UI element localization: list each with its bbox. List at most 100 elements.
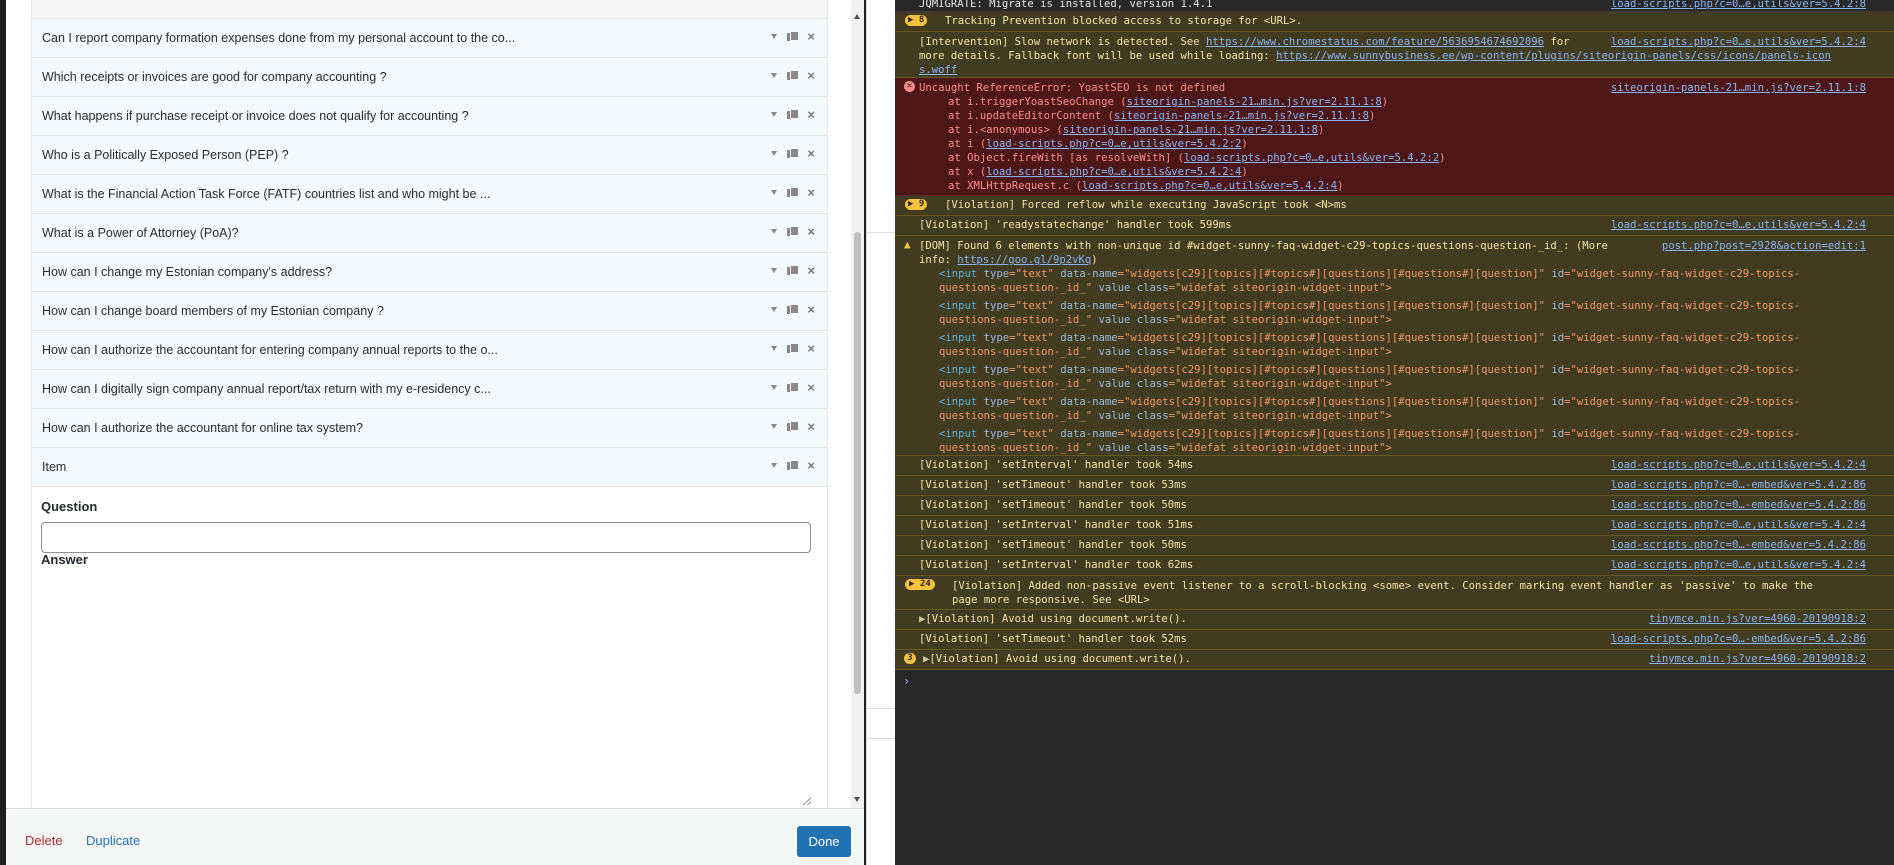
duplicate-icon[interactable]: [787, 226, 800, 237]
remove-icon[interactable]: ×: [807, 264, 815, 277]
remove-icon[interactable]: ×: [807, 342, 815, 355]
answer-editor[interactable]: [41, 587, 811, 805]
stack-source-link[interactable]: load-scripts.php?c=0…e,utils&ver=5.4.2:2: [986, 138, 1241, 150]
expand-caret-icon[interactable]: [771, 151, 778, 156]
stack-source-link[interactable]: load-scripts.php?c=0…e,utils&ver=5.4.2:2: [1184, 152, 1439, 164]
source-link[interactable]: load-scripts.php?c=0…e,utils&ver=5.4.2:4: [1611, 218, 1866, 232]
remove-icon[interactable]: ×: [807, 420, 815, 433]
expand-caret-icon[interactable]: [771, 73, 778, 78]
stack-frame: at i (load-scripts.php?c=0…e,utils&ver=5…: [948, 138, 1248, 150]
duplicate-icon[interactable]: [787, 304, 800, 315]
faq-item-title: What is a Power of Attorney (PoA)?: [42, 226, 239, 240]
source-link[interactable]: load-scripts.php?c=0…-embed&ver=5.4.2:86: [1611, 538, 1866, 552]
dom-input-snippet[interactable]: <input type="text" data-name="widgets[c2…: [939, 299, 1800, 313]
faq-item[interactable]: Which receipts or invoices are good for …: [31, 58, 828, 97]
question-input[interactable]: [41, 522, 811, 553]
dom-input-snippet[interactable]: <input type="text" data-name="widgets[c2…: [939, 331, 1800, 345]
scrollbar-thumb[interactable]: [854, 232, 861, 694]
source-link[interactable]: load-scripts.php?c=0…e,utils&ver=5.4.2:4: [1611, 35, 1866, 49]
stack-source-link[interactable]: siteorigin-panels-21…min.js?ver=2.11.1:8: [1114, 110, 1369, 122]
faq-item[interactable]: How can I authorize the accountant for e…: [31, 331, 828, 370]
duplicate-icon[interactable]: [787, 70, 800, 81]
duplicate-icon[interactable]: [787, 343, 800, 354]
expand-caret-icon[interactable]: [771, 307, 778, 312]
duplicate-icon[interactable]: [787, 265, 800, 276]
dom-input-snippet[interactable]: <input type="text" data-name="widgets[c2…: [939, 395, 1800, 409]
faq-item[interactable]: Who is a Politically Exposed Person (PEP…: [31, 136, 828, 175]
duplicate-icon[interactable]: [787, 109, 800, 120]
source-link[interactable]: load-scripts.php?c=0…-embed&ver=5.4.2:86: [1611, 498, 1866, 512]
scroll-down-arrow-icon[interactable]: [854, 797, 860, 802]
faq-item[interactable]: What is the Financial Action Task Force …: [31, 175, 828, 214]
stack-source-link[interactable]: load-scripts.php?c=0…e,utils&ver=5.4.2:4: [1082, 180, 1337, 192]
source-link[interactable]: siteorigin-panels-21…min.js?ver=2.11.1:8: [1611, 81, 1866, 95]
stack-frame: at x (load-scripts.php?c=0…e,utils&ver=5…: [948, 166, 1248, 178]
source-link[interactable]: tinymce.min.js?ver=4960-20190918:2: [1649, 612, 1866, 626]
dom-input-snippet[interactable]: <input type="text" data-name="widgets[c2…: [939, 427, 1800, 441]
source-link[interactable]: load-scripts.php?c=0…-embed&ver=5.4.2:86: [1611, 478, 1866, 492]
console-input[interactable]: ›: [895, 670, 1894, 694]
faq-item[interactable]: Can I report company formation expenses …: [31, 19, 828, 58]
faq-item-title: How can I authorize the accountant for e…: [42, 343, 498, 357]
duplicate-icon[interactable]: [787, 460, 800, 471]
duplicate-icon[interactable]: [787, 382, 800, 393]
resize-handle-icon[interactable]: [803, 797, 811, 805]
faq-item[interactable]: What is a Power of Attorney (PoA)? ×: [31, 214, 828, 253]
remove-icon[interactable]: ×: [807, 225, 815, 238]
duplicate-button[interactable]: Duplicate: [86, 833, 140, 848]
more-info-link[interactable]: https://goo.gl/9p2vKq: [957, 254, 1091, 266]
remove-icon[interactable]: ×: [807, 108, 815, 121]
delete-button[interactable]: Delete: [25, 833, 63, 848]
expand-caret-icon[interactable]: [771, 190, 778, 195]
duplicate-icon[interactable]: [787, 421, 800, 432]
remove-icon[interactable]: ×: [807, 381, 815, 394]
expand-caret-icon[interactable]: [771, 424, 778, 429]
stack-frame: at XMLHttpRequest.c (load-scripts.php?c=…: [948, 180, 1344, 192]
question-label: Question: [41, 499, 98, 514]
font-url-link[interactable]: https://www.sunnybusiness.ee/wp-content/…: [1276, 50, 1831, 62]
dialog-scrollbar[interactable]: [851, 0, 864, 808]
dom-input-snippet-cont: questions-question-_id_" value class="wi…: [939, 314, 1392, 326]
faq-item-title: How can I authorize the accountant for o…: [42, 421, 364, 435]
expand-caret-icon[interactable]: [771, 34, 778, 39]
stack-source-link[interactable]: siteorigin-panels-21…min.js?ver=2.11.1:8: [1127, 96, 1382, 108]
faq-item[interactable]: How can I change board members of my Est…: [31, 292, 828, 331]
remove-icon[interactable]: ×: [807, 186, 815, 199]
source-link[interactable]: post.php?post=2928&action=edit:1: [1662, 239, 1866, 253]
expand-caret-icon[interactable]: [771, 112, 778, 117]
source-link[interactable]: tinymce.min.js?ver=4960-20190918:2: [1649, 652, 1866, 666]
faq-item[interactable]: Item ×: [31, 448, 828, 487]
scroll-up-arrow-icon[interactable]: [854, 14, 860, 19]
chromestatus-link[interactable]: https://www.chromestatus.com/feature/563…: [1206, 36, 1544, 48]
source-link[interactable]: load-scripts.php?c=0…e,utils&ver=5.4.2:4: [1611, 518, 1866, 532]
faq-item[interactable]: How can I authorize the accountant for o…: [31, 409, 828, 448]
repeat-count-badge: ▶ 24: [905, 579, 935, 590]
remove-icon[interactable]: ×: [807, 147, 815, 160]
expand-caret-icon[interactable]: [771, 385, 778, 390]
expand-caret-icon[interactable]: [771, 268, 778, 273]
font-url-link-cont[interactable]: s.woff: [919, 64, 957, 76]
faq-item[interactable]: What happens if purchase receipt or invo…: [31, 97, 828, 136]
source-link[interactable]: load-scripts.php?c=0…e,utils&ver=5.4.2:8: [1611, 0, 1866, 11]
faq-item-title: Who is a Politically Exposed Person (PEP…: [42, 148, 289, 162]
source-link[interactable]: load-scripts.php?c=0…e,utils&ver=5.4.2:4: [1611, 558, 1866, 572]
source-link[interactable]: load-scripts.php?c=0…-embed&ver=5.4.2:86: [1611, 632, 1866, 646]
expand-caret-icon[interactable]: [771, 229, 778, 234]
duplicate-icon[interactable]: [787, 187, 800, 198]
remove-icon[interactable]: ×: [807, 303, 815, 316]
stack-source-link[interactable]: load-scripts.php?c=0…e,utils&ver=5.4.2:4: [986, 166, 1241, 178]
dom-input-snippet[interactable]: <input type="text" data-name="widgets[c2…: [939, 267, 1800, 281]
duplicate-icon[interactable]: [787, 148, 800, 159]
expand-caret-icon[interactable]: [771, 346, 778, 351]
remove-icon[interactable]: ×: [807, 30, 815, 43]
dom-input-snippet[interactable]: <input type="text" data-name="widgets[c2…: [939, 363, 1800, 377]
done-button[interactable]: Done: [797, 826, 851, 857]
expand-caret-icon[interactable]: [771, 463, 778, 468]
remove-icon[interactable]: ×: [807, 459, 815, 472]
stack-source-link[interactable]: siteorigin-panels-21…min.js?ver=2.11.1:8: [1063, 124, 1318, 136]
remove-icon[interactable]: ×: [807, 69, 815, 82]
duplicate-icon[interactable]: [787, 31, 800, 42]
source-link[interactable]: load-scripts.php?c=0…e,utils&ver=5.4.2:4: [1611, 458, 1866, 472]
faq-item[interactable]: How can I change my Estonian company's a…: [31, 253, 828, 292]
faq-item[interactable]: How can I digitally sign company annual …: [31, 370, 828, 409]
